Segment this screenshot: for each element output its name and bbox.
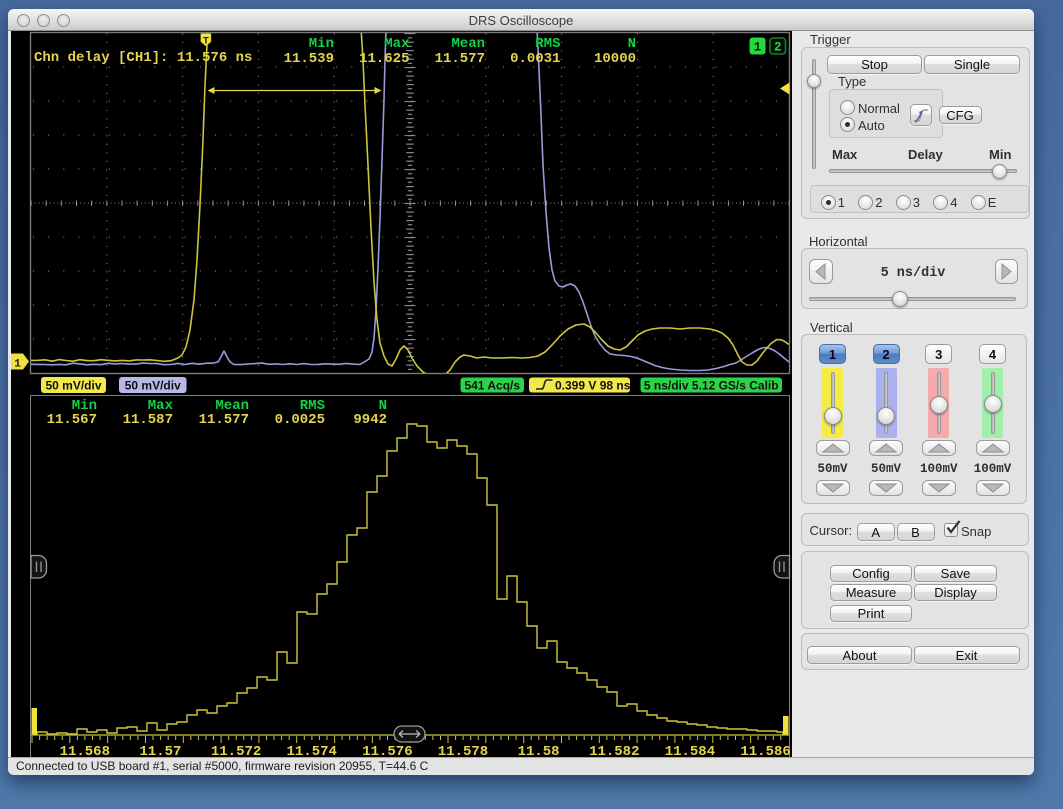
svg-text:11.578: 11.578 <box>438 744 488 757</box>
svg-text:Mean: Mean <box>451 36 485 52</box>
svg-text:10000: 10000 <box>594 51 636 67</box>
svg-text:2: 2 <box>774 41 782 55</box>
svg-text:11.582: 11.582 <box>589 744 639 757</box>
svg-text:11.572: 11.572 <box>211 744 261 757</box>
svg-text:11.567: 11.567 <box>47 412 97 428</box>
svg-text:1: 1 <box>754 41 762 55</box>
svg-text:11.577: 11.577 <box>199 412 249 428</box>
svg-text:11.568: 11.568 <box>60 744 110 757</box>
svg-text:11.574: 11.574 <box>286 744 336 757</box>
svg-text:11.57: 11.57 <box>139 744 181 757</box>
svg-text:11.58: 11.58 <box>518 744 560 757</box>
svg-text:Max: Max <box>384 36 410 52</box>
svg-text:5 ns/div 5.12 GS/s Calib: 5 ns/div 5.12 GS/s Calib <box>644 379 779 393</box>
svg-text:0.0031: 0.0031 <box>510 51 560 67</box>
svg-text:11.576: 11.576 <box>362 744 412 757</box>
svg-text:N: N <box>628 36 636 52</box>
svg-text:Chn delay [CH1]: 11.576 ns: Chn delay [CH1]: 11.576 ns <box>34 50 252 66</box>
svg-text:0.0025: 0.0025 <box>275 412 325 428</box>
svg-text:11.577: 11.577 <box>435 51 485 67</box>
svg-text:1: 1 <box>14 359 21 371</box>
svg-text:RMS: RMS <box>535 36 560 52</box>
svg-text:11.587: 11.587 <box>123 412 173 428</box>
svg-text:0.399 V 98 ns: 0.399 V 98 ns <box>555 379 631 393</box>
svg-text:11.625: 11.625 <box>359 51 409 67</box>
svg-text:11.539: 11.539 <box>284 51 334 67</box>
svg-text:Min: Min <box>309 36 334 52</box>
svg-text:541 Acq/s: 541 Acq/s <box>464 379 520 393</box>
svg-text:T: T <box>203 37 209 48</box>
svg-text:9942: 9942 <box>353 412 387 428</box>
svg-text:50 mV/div: 50 mV/div <box>125 379 181 393</box>
svg-text:11.584: 11.584 <box>665 744 715 757</box>
svg-text:11.586: 11.586 <box>740 744 790 757</box>
svg-text:50 mV/div: 50 mV/div <box>45 379 101 393</box>
